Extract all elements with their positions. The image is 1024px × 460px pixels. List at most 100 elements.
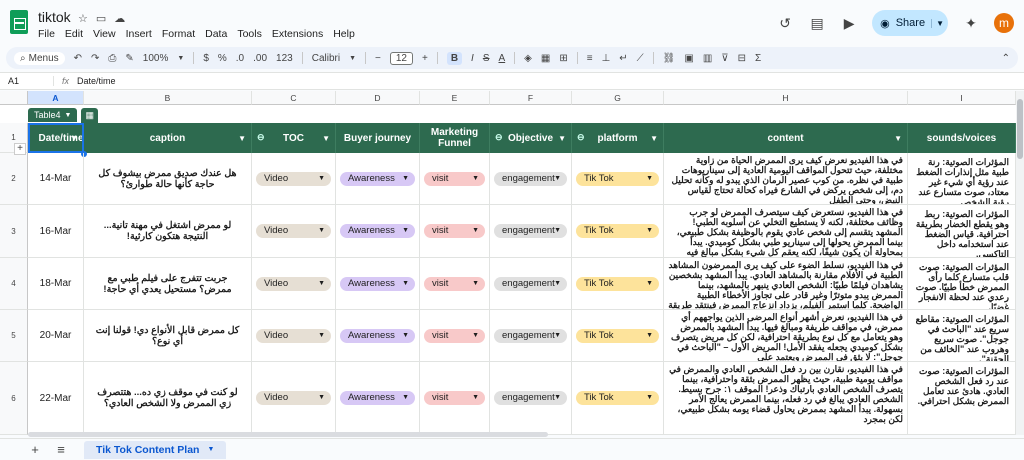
column-header-f[interactable]: F <box>490 91 572 105</box>
funnel-cell[interactable]: visit ▼ <box>420 258 490 309</box>
menu-file[interactable]: File <box>38 28 55 40</box>
strikethrough-button[interactable]: S <box>483 53 490 64</box>
funnel-chip[interactable]: visit ▼ <box>424 224 485 238</box>
column-header-d[interactable]: D <box>336 91 420 105</box>
chevron-down-icon[interactable]: ▼ <box>650 133 658 144</box>
search-menus-button[interactable]: ⌕ Menus <box>14 51 65 65</box>
font-size-decrease[interactable]: − <box>375 53 381 64</box>
date-cell[interactable]: 20-Mar <box>28 310 84 361</box>
header-date[interactable]: Date/time ▼ <box>28 123 84 153</box>
objective-chip[interactable]: engagement ▼ <box>494 224 567 238</box>
platform-chip[interactable]: Tik Tok ▼ <box>576 391 659 405</box>
share-button[interactable]: ◉ Share ▼ <box>872 10 948 36</box>
objective-chip[interactable]: engagement ▼ <box>494 276 567 291</box>
date-cell[interactable]: 16-Mar <box>28 205 84 257</box>
objective-chip[interactable]: engagement ▼ <box>494 391 567 405</box>
chevron-down-icon[interactable]: ▼ <box>207 446 214 453</box>
objective-cell[interactable]: engagement ▼ <box>490 258 572 309</box>
objective-cell[interactable]: engagement ▼ <box>490 153 572 204</box>
spreadsheet-grid[interactable]: A B C D E F G H I Table4 ▼ ▦ 1 2 3 4 5 6… <box>0 91 1016 435</box>
zoom-select[interactable]: 100% <box>143 53 169 64</box>
table-name-button[interactable]: Table4 ▼ <box>28 108 78 122</box>
sounds-cell[interactable]: المؤثرات الصوتية: صوت قلب متسارع كلما رأ… <box>908 258 1016 309</box>
journey-chip[interactable]: Awareness ▼ <box>340 276 415 291</box>
column-header-h[interactable]: H <box>664 91 908 105</box>
sounds-cell[interactable]: المؤثرات الصوتية: مقاطع سريع عند "الباحث… <box>908 310 1016 361</box>
star-icon[interactable]: ☆ <box>78 12 88 25</box>
undo-icon[interactable]: ↶ <box>74 53 82 64</box>
formula-input[interactable]: Date/time <box>77 76 116 86</box>
avatar[interactable]: m <box>994 13 1014 33</box>
toc-chip[interactable]: Video ▼ <box>256 224 331 238</box>
platform-chip[interactable]: Tik Tok ▼ <box>576 224 659 238</box>
funnel-cell[interactable]: visit ▼ <box>420 205 490 257</box>
insert-chart-icon[interactable]: ▥ <box>703 53 712 64</box>
header-objective[interactable]: ⊖ Objective ▼ <box>490 123 572 153</box>
menu-insert[interactable]: Insert <box>126 28 152 40</box>
menu-help[interactable]: Help <box>333 28 355 40</box>
platform-chip[interactable]: Tik Tok ▼ <box>576 171 659 186</box>
add-row-above-icon[interactable]: + <box>14 143 26 155</box>
caption-cell[interactable]: جربت تتفرج على فيلم طبي مع ممرض؟ مستحيل … <box>84 258 252 309</box>
journey-chip[interactable]: Awareness ▼ <box>340 171 415 186</box>
menu-data[interactable]: Data <box>205 28 227 40</box>
content-cell[interactable]: في هذا الفيديو، نعرض أشهر أنواع المرضى ا… <box>664 310 908 361</box>
text-rotation-icon[interactable]: ⟋ <box>637 53 644 64</box>
platform-cell[interactable]: Tik Tok ▼ <box>572 153 664 204</box>
sounds-cell[interactable]: المؤثرات الصوتية: رنة طبية مثل إنذارات ا… <box>908 153 1016 204</box>
paint-format-icon[interactable]: ✎ <box>125 53 133 64</box>
toc-cell[interactable]: Video ▼ <box>252 205 336 257</box>
text-wrap-icon[interactable]: ↵ <box>619 53 627 64</box>
funnel-cell[interactable]: visit ▼ <box>420 362 490 434</box>
borders-icon[interactable]: ▦ <box>541 53 550 64</box>
number-format-button[interactable]: 123 <box>276 53 293 64</box>
toc-cell[interactable]: Video ▼ <box>252 258 336 309</box>
print-icon[interactable]: ⎙ <box>108 53 116 64</box>
header-journey[interactable]: Buyer journey <box>336 123 420 153</box>
merge-cells-icon[interactable]: ⊞ <box>559 53 567 64</box>
increase-decimal-button[interactable]: .00 <box>253 53 267 64</box>
toc-chip[interactable]: Video ▼ <box>256 391 331 405</box>
chevron-down-icon[interactable]: ▼ <box>349 55 356 62</box>
objective-chip[interactable]: engagement ▼ <box>494 171 567 186</box>
meet-icon[interactable]: ▶ <box>840 14 858 32</box>
menu-tools[interactable]: Tools <box>237 28 262 40</box>
objective-chip[interactable]: engagement ▼ <box>494 328 567 343</box>
column-header-a[interactable]: A <box>28 91 84 105</box>
funnel-chip[interactable]: visit ▼ <box>424 391 485 405</box>
funnel-chip[interactable]: visit ▼ <box>424 171 485 186</box>
platform-chip[interactable]: Tik Tok ▼ <box>576 328 659 343</box>
sheets-logo-icon[interactable] <box>10 10 28 34</box>
sounds-cell[interactable]: المؤثرات الصوتية: صوت عند رد فعل الشخص ا… <box>908 362 1016 434</box>
horizontal-scrollbar[interactable] <box>28 432 548 437</box>
content-cell[interactable]: في هذا الفيديو نعرض كيف يرى الممرض الحيا… <box>664 153 908 204</box>
cloud-status-icon[interactable]: ☁ <box>114 12 125 25</box>
currency-format-button[interactable]: $ <box>203 53 209 64</box>
content-cell[interactable]: في هذا الفيديو، نستعرض كيف سيتصرف الممرض… <box>664 205 908 257</box>
objective-cell[interactable]: engagement ▼ <box>490 362 572 434</box>
journey-cell[interactable]: Awareness ▼ <box>336 362 420 434</box>
redo-icon[interactable]: ↷ <box>91 53 99 64</box>
platform-cell[interactable]: Tik Tok ▼ <box>572 258 664 309</box>
filter-icon[interactable]: ⊽ <box>721 53 728 64</box>
toc-cell[interactable]: Video ▼ <box>252 362 336 434</box>
journey-chip[interactable]: Awareness ▼ <box>340 391 415 405</box>
row-header-2[interactable]: 2 <box>0 153 28 205</box>
collapse-toolbar-icon[interactable]: ⌃ <box>1002 53 1010 64</box>
toc-cell[interactable]: Video ▼ <box>252 310 336 361</box>
date-cell[interactable]: 18-Mar <box>28 258 84 309</box>
vertical-scrollbar[interactable] <box>1016 91 1024 435</box>
sounds-cell[interactable]: المؤثرات الصوتية: ربط وهو يقطع الخضار بط… <box>908 205 1016 257</box>
chevron-down-icon[interactable]: ▼ <box>322 133 330 144</box>
funnel-chip[interactable]: visit ▼ <box>424 328 485 343</box>
funnel-chip[interactable]: visit ▼ <box>424 276 485 291</box>
content-cell[interactable]: في هذا الفيديو، نقارن بين رد فعل الشخص ا… <box>664 362 908 434</box>
column-header-e[interactable]: E <box>420 91 490 105</box>
journey-chip[interactable]: Awareness ▼ <box>340 328 415 343</box>
add-sheet-button[interactable]: + <box>22 442 48 457</box>
percent-format-button[interactable]: % <box>218 53 227 64</box>
toc-chip[interactable]: Video ▼ <box>256 328 331 343</box>
journey-cell[interactable]: Awareness ▼ <box>336 258 420 309</box>
name-box[interactable]: A1 <box>0 76 54 86</box>
menu-edit[interactable]: Edit <box>65 28 83 40</box>
